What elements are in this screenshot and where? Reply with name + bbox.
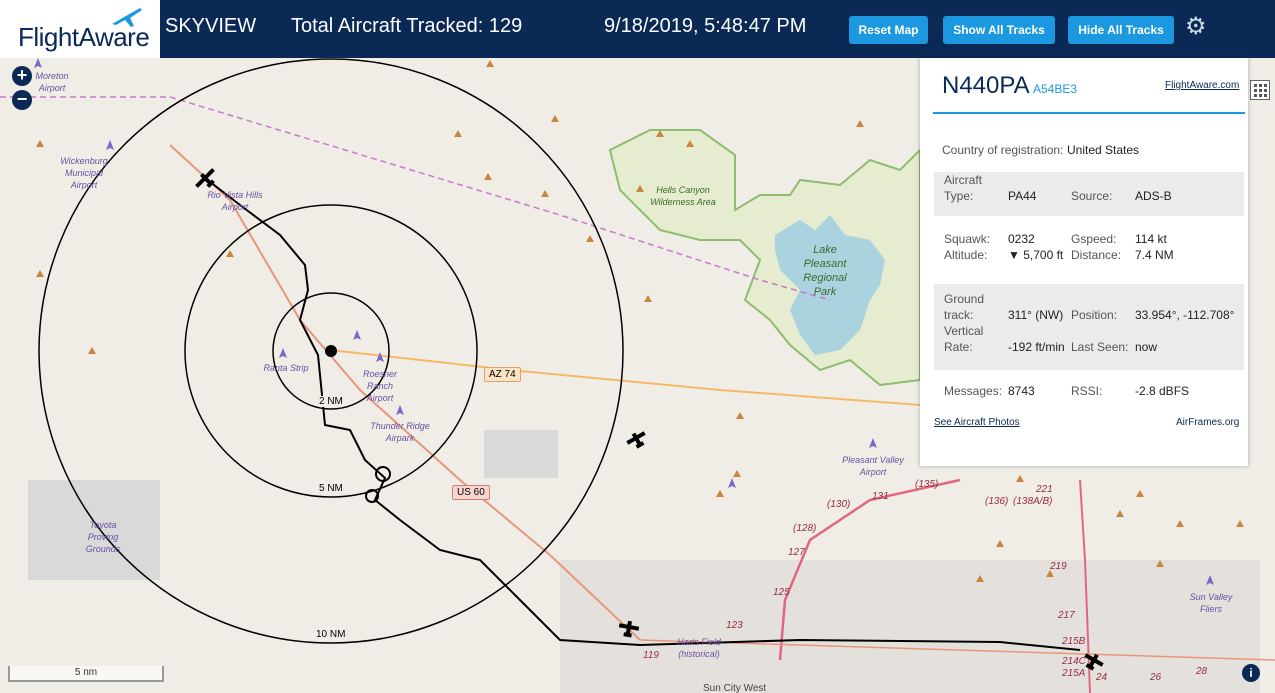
route-number: 214C: [1062, 656, 1086, 667]
route-number: 215A: [1062, 668, 1086, 679]
vertical-rate-value: -192 ft/min: [1008, 340, 1065, 354]
route-number: (135): [915, 479, 939, 490]
logo-plane-icon: [112, 8, 142, 27]
source-label: Source:: [1071, 189, 1113, 203]
airport-icon: [376, 352, 384, 362]
country-value: United States: [1067, 143, 1140, 157]
position-label: Position:: [1071, 308, 1118, 322]
datetime: 9/18/2019, 5:48:47 PM: [604, 15, 807, 37]
gspeed-value: 114 kt: [1135, 232, 1167, 246]
route-number: 28: [1196, 666, 1208, 677]
flightaware-link[interactable]: FlightAware.com: [1165, 80, 1239, 91]
route-number: 219: [1050, 561, 1067, 572]
last-seen-value: now: [1135, 340, 1158, 354]
panel-divider: [933, 112, 1245, 114]
ring-label-2nm: 2 NM: [319, 396, 343, 407]
total-aircraft: Total Aircraft Tracked: 129: [291, 15, 523, 37]
road-shield-az74: AZ 74: [484, 367, 521, 382]
aircraft-type-label: Aircraft Type:: [944, 173, 983, 203]
messages-label: Messages:: [944, 384, 1003, 398]
aircraft-registration: N440PA: [942, 72, 1030, 99]
place-label: Rio Vista Hills Airport: [207, 190, 263, 212]
route-number: 26: [1150, 672, 1162, 683]
place-label: Thunder Ridge Airpark: [370, 421, 430, 443]
route-number: 215B: [1062, 636, 1086, 647]
place-label: Harts Field (historical): [677, 637, 721, 659]
country-label: Country of registration:: [942, 143, 1064, 157]
info-icon[interactable]: i: [1242, 664, 1260, 682]
squawk-value: 0232: [1008, 232, 1035, 246]
airframes-link[interactable]: AirFrames.org: [1176, 417, 1239, 428]
road-shield-us60: US 60: [452, 485, 490, 500]
vertical-rate-label: Vertical Rate:: [944, 324, 984, 354]
aircraft-hex: A54BE3: [1033, 82, 1078, 96]
place-label: Toyota Proving Grounds: [85, 520, 121, 554]
position-value: 33.954°, -112.708°: [1135, 308, 1235, 322]
place-label: Hells Canyon Wilderness Area: [650, 185, 716, 207]
route-number: 127: [788, 547, 805, 558]
route-number: (128): [793, 523, 817, 534]
airport-icon: [353, 330, 361, 340]
place-label: Lake Pleasant Regional Park: [803, 244, 847, 298]
route-number: 221: [1036, 484, 1053, 495]
airport-icon: [869, 438, 877, 448]
distance-value: 7.4 NM: [1135, 248, 1174, 262]
route-number: (138A/B): [1013, 496, 1053, 507]
top-bar: FlightAware SKYVIEW Total Aircraft Track…: [0, 0, 1275, 58]
zoom-out-button[interactable]: −: [12, 90, 32, 110]
scale-bar: 5 nm: [8, 666, 164, 682]
place-label: Sun Valley Fliers: [1189, 592, 1233, 614]
gspeed-label: Gspeed:: [1071, 232, 1117, 246]
route-number: 217: [1058, 610, 1075, 621]
place-label: Ranta Strip: [263, 363, 309, 373]
route-number: 131: [872, 491, 889, 502]
route-number: (130): [827, 499, 851, 510]
route-number: 125: [773, 587, 790, 598]
place-label: Sun City West: [703, 683, 767, 693]
altitude-value: ▼ 5,700 ft: [1008, 248, 1064, 262]
place-label: Wickenburg Municipal Airport: [60, 156, 108, 190]
layers-grid-icon[interactable]: [1250, 80, 1270, 100]
ground-track-value: 311° (NW): [1008, 308, 1064, 322]
last-seen-label: Last Seen:: [1071, 340, 1129, 354]
reset-map-button[interactable]: Reset Map: [849, 16, 928, 44]
airport-icon: [728, 478, 736, 488]
urban-area: [484, 430, 558, 478]
zoom-in-button[interactable]: +: [12, 66, 32, 86]
aircraft-type-value: PA44: [1008, 189, 1037, 203]
place-label: Roesner Ranch Airport: [362, 369, 398, 403]
source-value: ADS-B: [1135, 189, 1172, 203]
route-number: 24: [1096, 672, 1108, 683]
hide-all-tracks-button[interactable]: Hide All Tracks: [1068, 16, 1174, 44]
place-label: Pleasant Valley Airport: [842, 455, 904, 477]
route-number: (136): [985, 496, 1009, 507]
gear-icon[interactable]: ⚙: [1185, 15, 1209, 39]
aircraft-detail-panel: N440PA A54BE3 FlightAware.com Country of…: [920, 58, 1248, 466]
ring-label-5nm: 5 NM: [319, 483, 343, 494]
airport-icon: [106, 140, 114, 150]
place-label: Moreton Airport: [35, 71, 69, 93]
track-loop: [375, 466, 391, 482]
aircraft-photos-link[interactable]: See Aircraft Photos: [934, 417, 1020, 428]
airport-icon: [279, 348, 287, 358]
squawk-label: Squawk:: [944, 232, 991, 246]
show-all-tracks-button[interactable]: Show All Tracks: [943, 16, 1055, 44]
airport-icon: [396, 405, 404, 415]
route-number: 119: [643, 650, 659, 661]
ground-track-label: Ground track:: [944, 292, 985, 322]
receiver-location: [325, 345, 337, 357]
app-name: SKYVIEW: [165, 15, 257, 37]
rssi-label: RSSI:: [1071, 384, 1103, 398]
messages-value: 8743: [1008, 384, 1035, 398]
altitude-label: Altitude:: [944, 248, 988, 262]
flightaware-logo[interactable]: FlightAware: [0, 0, 162, 58]
airport-icon: [34, 58, 42, 68]
aircraft-icon: [626, 431, 646, 449]
route-number: 123: [726, 620, 743, 631]
ring-label-10nm: 10 NM: [316, 629, 346, 640]
distance-label: Distance:: [1071, 248, 1122, 262]
rssi-value: -2.8 dBFS: [1135, 384, 1190, 398]
